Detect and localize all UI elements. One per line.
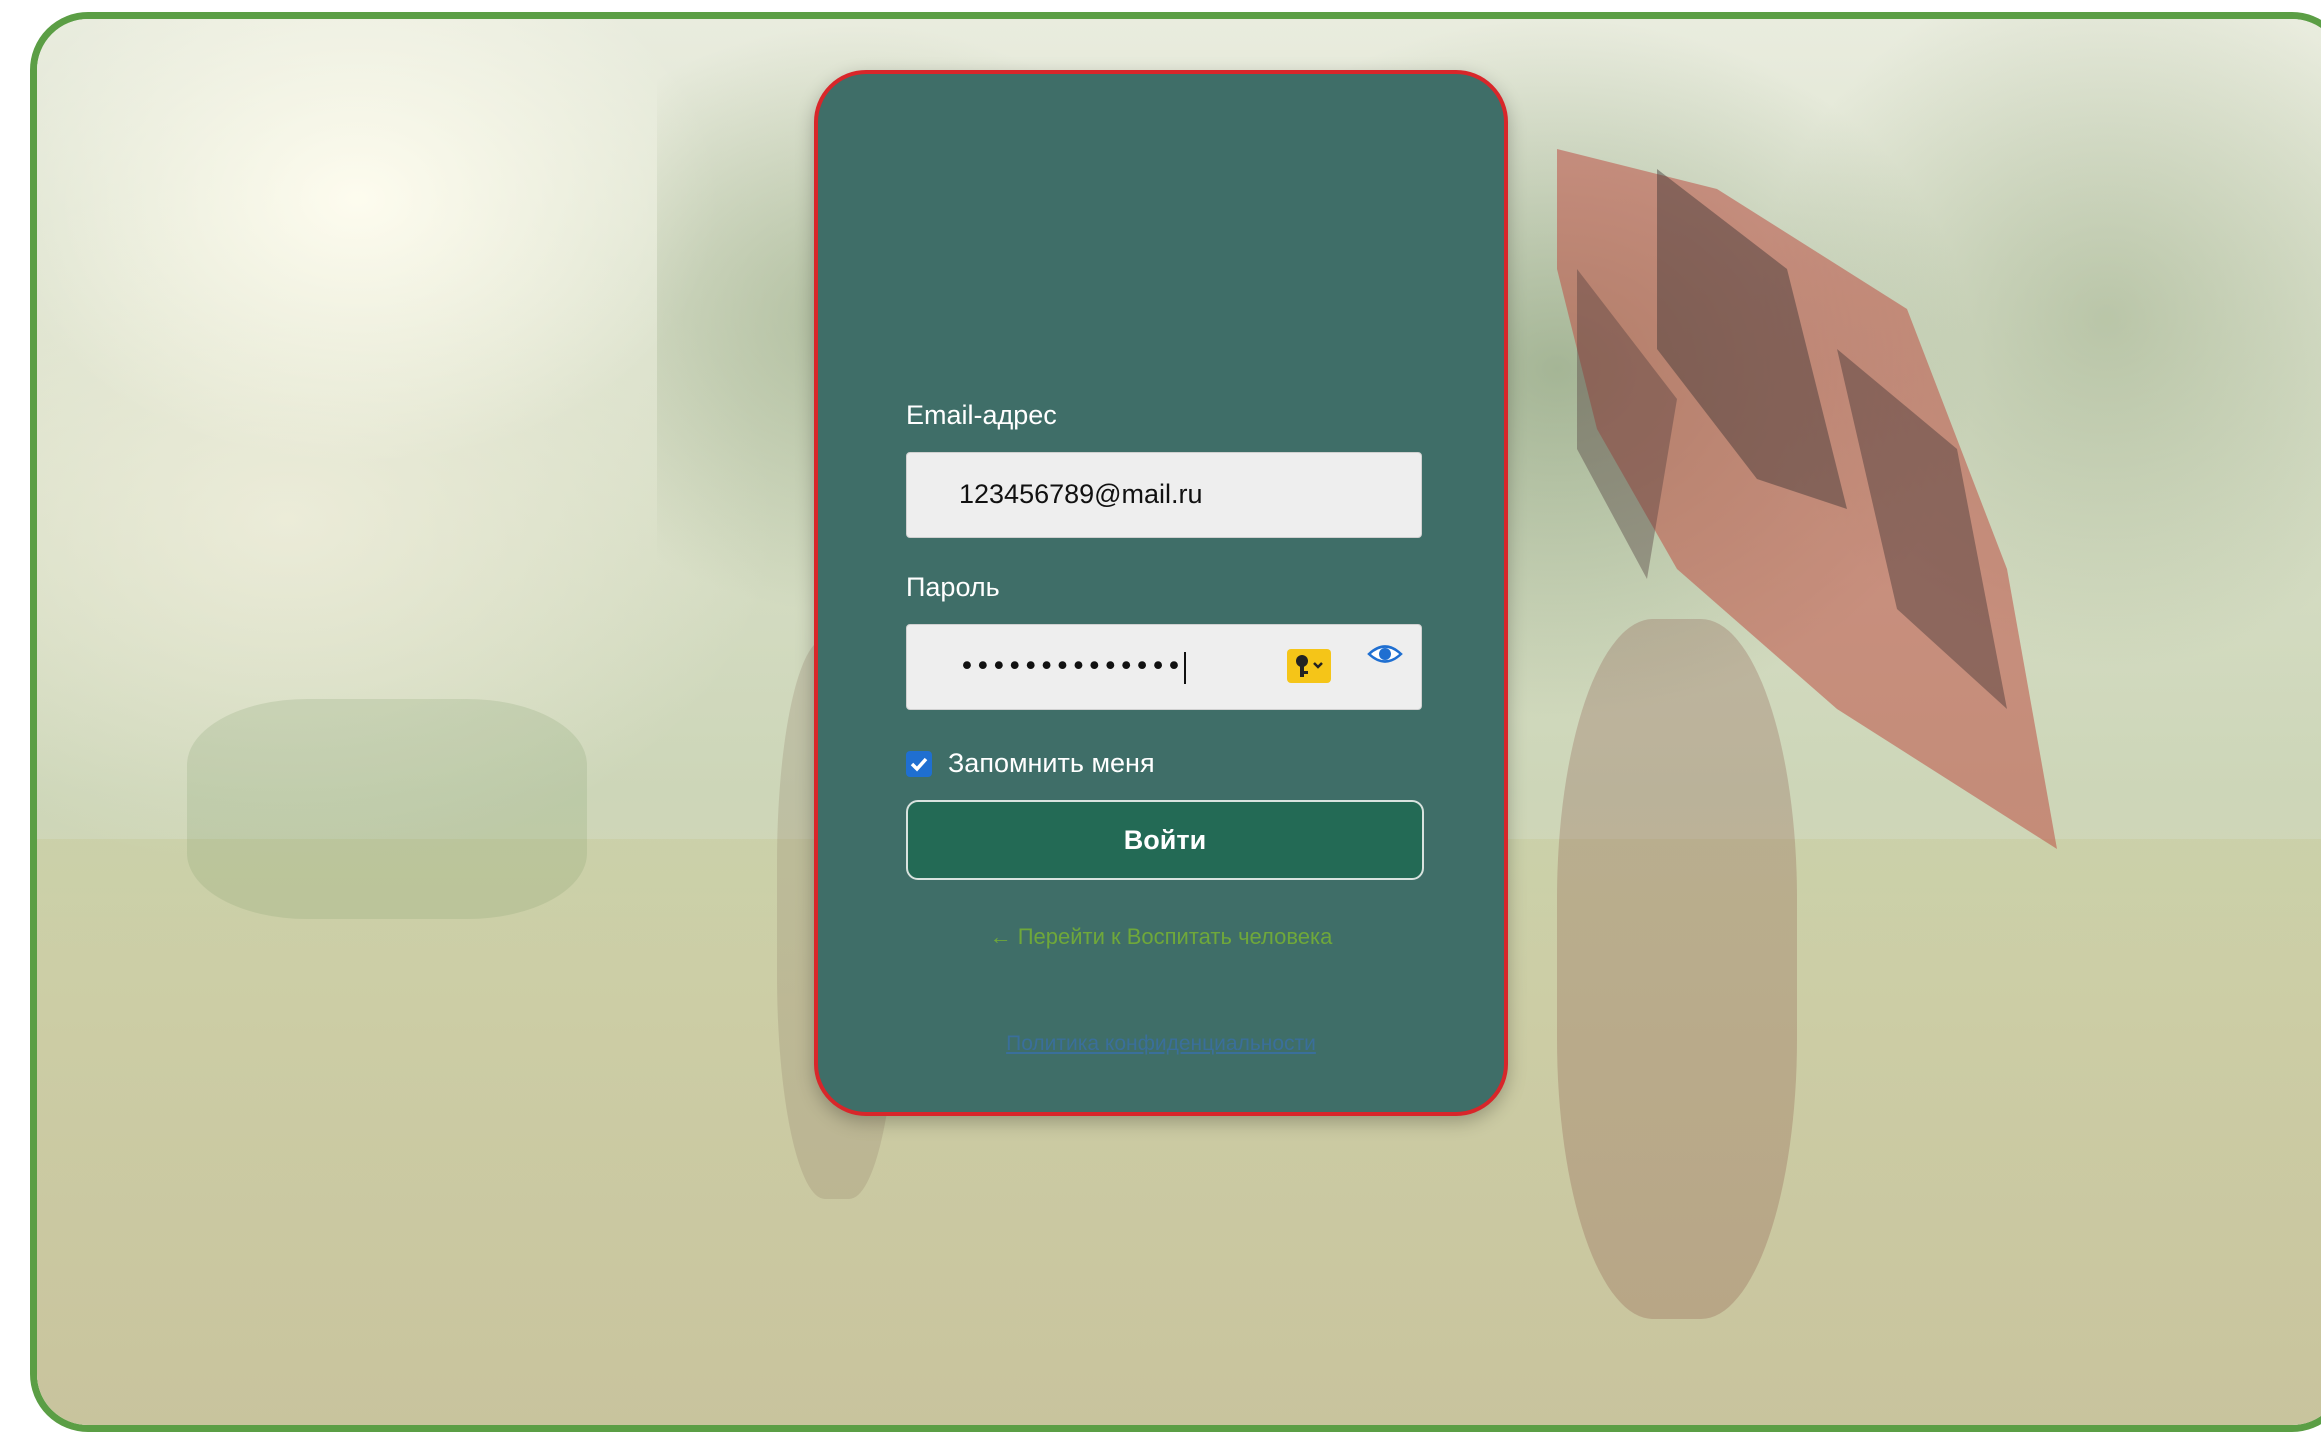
background-kite xyxy=(1557,149,2057,849)
password-manager-key-icon[interactable] xyxy=(1287,649,1331,683)
text-caret xyxy=(1183,651,1186,684)
email-label: Email-адрес xyxy=(906,400,1057,430)
privacy-policy-link[interactable]: Политика конфиденциальности xyxy=(818,1032,1504,1056)
background-players xyxy=(187,699,587,919)
remember-me-row[interactable]: Запомнить меня xyxy=(906,748,1155,779)
email-field[interactable]: 123456789@mail.ru xyxy=(906,452,1422,538)
remember-me-label: Запомнить меня xyxy=(948,748,1155,778)
password-value: •••••••••••••• xyxy=(959,651,1186,684)
email-value: 123456789@mail.ru xyxy=(959,479,1203,509)
password-field[interactable]: •••••••••••••• xyxy=(906,624,1422,710)
show-password-eye-icon[interactable] xyxy=(1367,639,1403,669)
password-label: Пароль xyxy=(906,572,1000,602)
remember-me-checkbox[interactable] xyxy=(906,750,932,777)
login-button[interactable]: Войти xyxy=(906,800,1424,880)
back-to-site-link[interactable]: ← Перейти к Воспитать человека xyxy=(818,924,1504,950)
login-card: Email-адрес 123456789@mail.ru Пароль •••… xyxy=(814,70,1508,1116)
